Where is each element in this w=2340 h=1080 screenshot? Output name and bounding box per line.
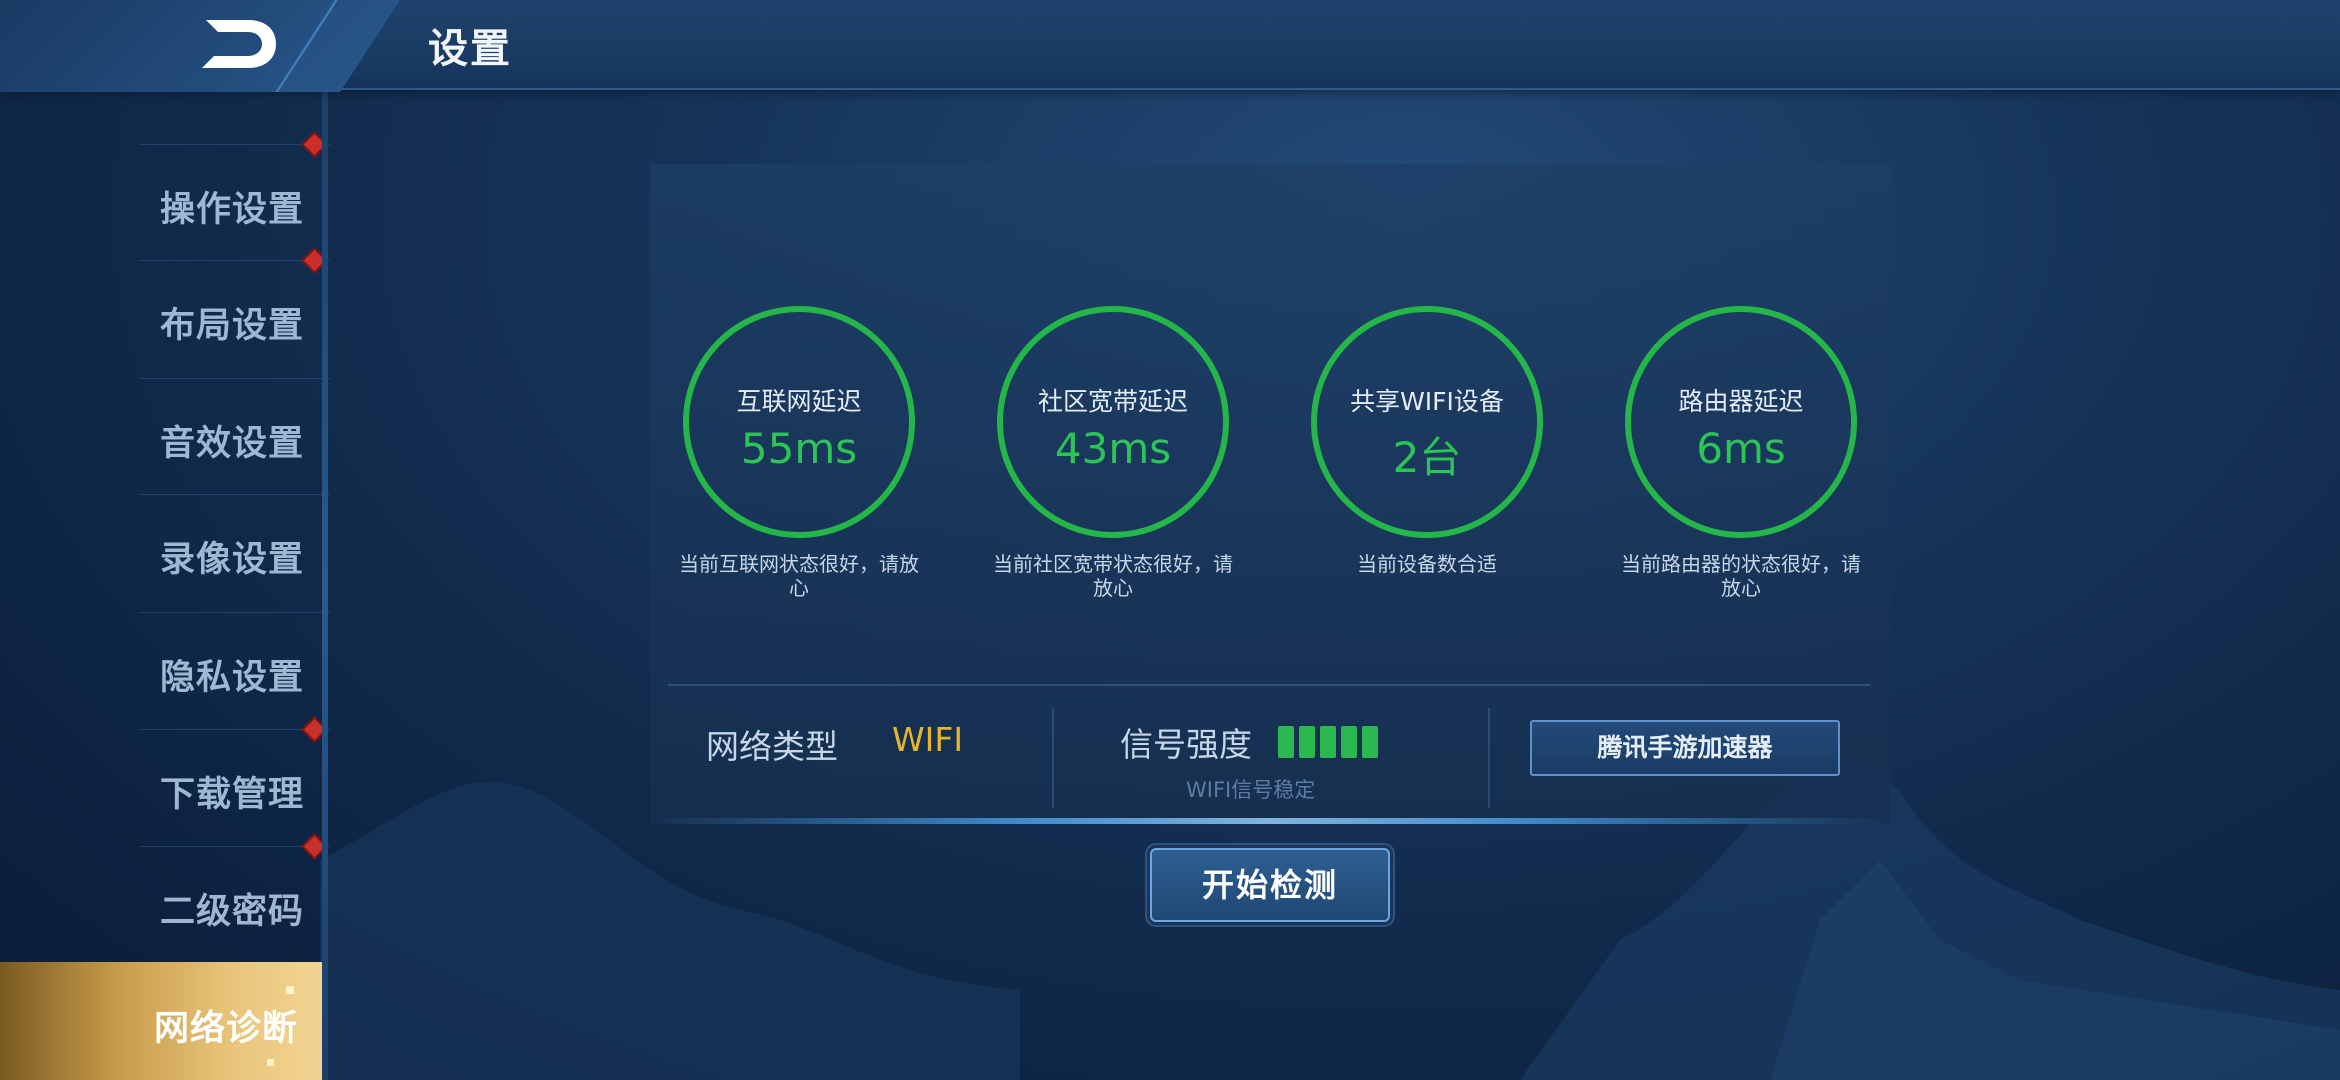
sidebar-item-label: 音效设置 (159, 424, 304, 464)
sidebar-item-secondary-password[interactable]: 二级密码 (140, 833, 330, 963)
network-type-label: 网络类型 (706, 727, 838, 766)
signal-strength-label: 信号强度 (1120, 725, 1252, 764)
sidebar-item-label: 隐私设置 (159, 658, 304, 698)
gauge-value: 43ms (1054, 424, 1172, 473)
accelerator-button[interactable]: 腾讯手游加速器 (1530, 720, 1840, 776)
gauge-title: 社区宽带延迟 (1037, 387, 1188, 416)
gauge-title: 共享WIFI设备 (1350, 387, 1504, 416)
gauge-value: 2台 (1392, 433, 1462, 482)
sidebar-item-layout[interactable]: 布局设置 (140, 247, 330, 377)
shared-wifi-devices-gauge: 共享WIFI设备 2台 (1311, 306, 1543, 538)
divider (1488, 708, 1490, 808)
panel-glow (650, 818, 1890, 824)
settings-sidebar: 操作设置 布局设置 音效设置 录像设置 隐私设置 下载管理 二级密码 网络诊断 (0, 92, 330, 1080)
sidebar-item-sound[interactable]: 音效设置 (140, 378, 330, 495)
sidebar-item-recording[interactable]: 录像设置 (140, 494, 330, 611)
network-diagnosis-panel: 互联网延迟 55ms 当前互联网状态很好，请放心 社区宽带延迟 43ms 当前社… (650, 164, 1890, 824)
router-latency-gauge: 路由器延迟 6ms (1625, 306, 1857, 538)
gauge-description: 当前设备数合适 (1357, 552, 1497, 576)
sidebar-item-privacy[interactable]: 隐私设置 (140, 612, 330, 729)
divider (1052, 708, 1054, 808)
active-sparkle-icon (286, 986, 294, 994)
back-button[interactable] (0, 0, 400, 92)
network-type-value: WIFI (892, 720, 964, 759)
sidebar-edge (322, 92, 328, 1080)
gauge-value: 6ms (1696, 424, 1786, 473)
page-title: 设置 (428, 26, 512, 72)
gauge-title: 路由器延迟 (1678, 387, 1804, 416)
gauge-description: 当前路由器的状态很好，请放心 (1621, 552, 1861, 600)
community-broadband-gauge: 社区宽带延迟 43ms (997, 306, 1229, 538)
signal-bars-icon (1278, 726, 1378, 758)
gauge-description: 当前互联网状态很好，请放心 (679, 552, 919, 600)
top-bar: 设置 (0, 0, 2340, 92)
sidebar-item-network-diagnosis[interactable]: 网络诊断 (0, 962, 328, 1080)
signal-note: WIFI信号稳定 (1186, 778, 1316, 802)
sidebar-item-label: 布局设置 (159, 306, 304, 346)
back-icon (202, 20, 276, 68)
gauge-title: 互联网延迟 (736, 387, 862, 416)
sidebar-item-label: 操作设置 (159, 190, 304, 230)
start-detection-button[interactable]: 开始检测 (1150, 848, 1390, 922)
sidebar-item-downloads[interactable]: 下载管理 (140, 716, 330, 846)
divider (668, 684, 1870, 686)
sidebar-item-label: 网络诊断 (153, 1009, 298, 1049)
sidebar-item-label: 二级密码 (159, 892, 304, 932)
sidebar-item-label: 下载管理 (159, 775, 304, 815)
active-sparkle-icon (267, 1059, 274, 1066)
gauge-description: 当前社区宽带状态很好，请放心 (993, 552, 1233, 600)
gauge-value: 55ms (740, 424, 858, 473)
sidebar-item-controls[interactable]: 操作设置 (140, 131, 330, 261)
internet-latency-gauge: 互联网延迟 55ms (683, 306, 915, 538)
sidebar-item-label: 录像设置 (159, 540, 304, 580)
